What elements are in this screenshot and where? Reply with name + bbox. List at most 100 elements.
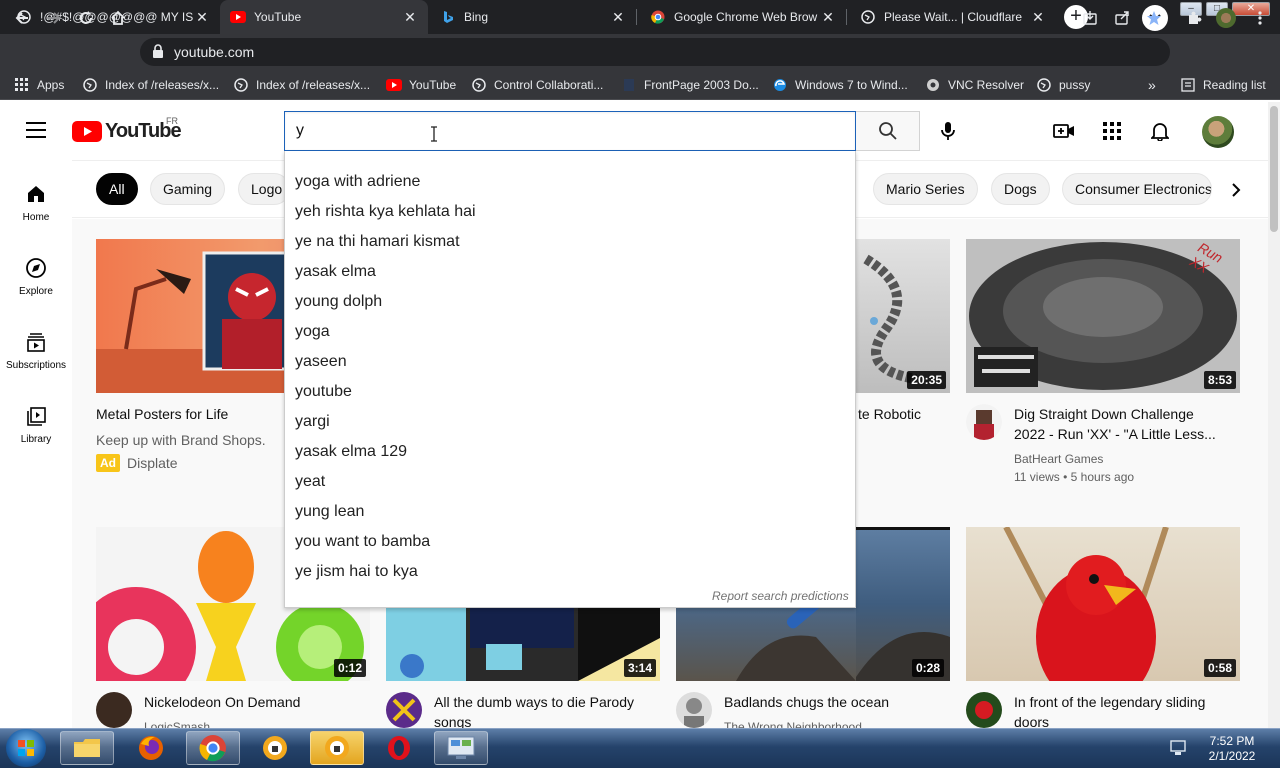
- suggestion-item[interactable]: youtube: [295, 383, 352, 401]
- suggestion-item[interactable]: ye na thi hamari kismat: [295, 233, 460, 251]
- suggestion-item[interactable]: you want to bamba: [295, 533, 430, 551]
- suggestion-item[interactable]: yoga: [295, 323, 330, 341]
- close-tab-icon[interactable]: ✕: [402, 9, 418, 26]
- advertiser-name[interactable]: Displate: [127, 454, 178, 472]
- taskbar-vpn[interactable]: [310, 731, 364, 765]
- bookmark-star-button[interactable]: [1142, 6, 1166, 30]
- share-button[interactable]: [1110, 6, 1134, 30]
- video-title[interactable]: te Robotic: [858, 404, 921, 424]
- close-tab-icon[interactable]: ✕: [820, 9, 836, 26]
- taskbar-firefox[interactable]: [124, 731, 178, 765]
- lock-icon[interactable]: [152, 44, 164, 58]
- chip-dogs[interactable]: Dogs: [991, 173, 1050, 205]
- bookmark-item[interactable]: Windows 7 to Wind...: [772, 76, 908, 94]
- suggestion-item[interactable]: yaseen: [295, 353, 347, 371]
- video-title[interactable]: Metal Posters for Life: [96, 404, 228, 424]
- suggestion-item[interactable]: yeh rishta kya kehlata hai: [295, 203, 476, 221]
- channel-avatar[interactable]: [966, 404, 1002, 440]
- notifications-button[interactable]: [1148, 119, 1172, 143]
- taskbar-explorer[interactable]: [60, 731, 114, 765]
- chip-consumer-electronics[interactable]: Consumer Electronics: [1062, 173, 1212, 205]
- install-app-button[interactable]: [1078, 6, 1102, 30]
- video-thumbnail[interactable]: 20:35: [856, 239, 950, 393]
- browser-menu-button[interactable]: [1248, 6, 1272, 30]
- taskbar-vpn[interactable]: [248, 731, 302, 765]
- video-thumbnail[interactable]: 3:14: [386, 608, 660, 681]
- network-icon[interactable]: [1170, 740, 1188, 756]
- scrollbar-thumb[interactable]: [1270, 106, 1278, 232]
- channel-name[interactable]: The Wrong Neighborhood: [724, 718, 862, 728]
- tab-bing[interactable]: Bing ✕: [430, 0, 636, 34]
- chip-logo[interactable]: Logo: [238, 173, 290, 205]
- voice-search-button[interactable]: [936, 119, 960, 143]
- search-input[interactable]: [284, 111, 856, 151]
- guide-item-library[interactable]: Library: [0, 404, 72, 445]
- extensions-button[interactable]: [1182, 6, 1206, 30]
- close-tab-icon[interactable]: ✕: [1030, 9, 1046, 26]
- channel-avatar[interactable]: [386, 692, 422, 728]
- suggestion-item[interactable]: yargi: [295, 413, 330, 431]
- start-button[interactable]: [6, 729, 46, 767]
- video-title[interactable]: In front of the legendary sliding: [1014, 692, 1205, 712]
- hamburger-menu-icon[interactable]: [26, 122, 46, 138]
- report-search-predictions-link[interactable]: Report search predictions: [712, 589, 849, 603]
- tab-chrome-web-browser[interactable]: Google Chrome Web Brow ✕: [640, 0, 846, 34]
- video-title[interactable]: songs: [434, 712, 471, 728]
- taskbar-clock[interactable]: 7:52 PM 2/1/2022: [1196, 734, 1268, 764]
- bookmark-item[interactable]: FrontPage 2003 Do...: [621, 76, 759, 94]
- search-input-value[interactable]: y: [296, 122, 304, 140]
- account-avatar[interactable]: [1202, 116, 1234, 148]
- close-tab-icon[interactable]: ✕: [610, 9, 626, 26]
- suggestion-item[interactable]: yeat: [295, 473, 325, 491]
- video-thumbnail[interactable]: [856, 527, 950, 681]
- bookmarks-overflow-button[interactable]: »: [1148, 76, 1156, 94]
- suggestion-item[interactable]: yung lean: [295, 503, 364, 521]
- channel-avatar[interactable]: [676, 692, 712, 728]
- bookmark-item[interactable]: Index of /releases/x...: [82, 76, 219, 94]
- forward-button[interactable]: [42, 6, 66, 30]
- address-bar[interactable]: [140, 38, 1170, 66]
- tab-cloudflare[interactable]: Please Wait... | Cloudflare ✕: [850, 0, 1056, 34]
- chip-mario-series[interactable]: Mario Series: [873, 173, 978, 205]
- profile-button[interactable]: [1214, 6, 1238, 30]
- bookmark-item[interactable]: VNC Resolver: [925, 76, 1024, 94]
- bookmark-item[interactable]: Index of /releases/x...: [233, 76, 370, 94]
- reload-button[interactable]: [74, 6, 98, 30]
- bookmark-apps[interactable]: Apps: [14, 76, 64, 94]
- close-tab-icon[interactable]: ✕: [194, 9, 210, 26]
- youtube-logo[interactable]: YouTube: [72, 120, 182, 142]
- taskbar-control-panel[interactable]: [434, 731, 488, 765]
- channel-name[interactable]: LogicSmash: [144, 718, 210, 728]
- guide-item-subscriptions[interactable]: Subscriptions: [0, 330, 72, 371]
- reading-list-button[interactable]: Reading list: [1180, 76, 1266, 94]
- video-title[interactable]: Nickelodeon On Demand: [144, 692, 300, 712]
- video-thumbnail[interactable]: Run XX 8:53: [966, 239, 1240, 393]
- channel-avatar[interactable]: [966, 692, 1002, 728]
- tab-youtube[interactable]: YouTube ✕: [220, 0, 428, 34]
- search-button[interactable]: [856, 111, 920, 151]
- guide-item-explore[interactable]: Explore: [0, 256, 72, 297]
- home-button[interactable]: [106, 6, 130, 30]
- chip-gaming[interactable]: Gaming: [150, 173, 226, 205]
- video-title[interactable]: Badlands chugs the ocean: [724, 692, 889, 712]
- taskbar-chrome[interactable]: [186, 731, 240, 765]
- suggestion-item[interactable]: ye jism hai to kya: [295, 563, 418, 581]
- channel-avatar[interactable]: [96, 692, 132, 728]
- create-video-button[interactable]: [1052, 119, 1076, 143]
- suggestion-item[interactable]: yoga with adriene: [295, 173, 420, 191]
- bookmark-item[interactable]: pussy: [1036, 76, 1090, 94]
- chip-all[interactable]: All: [96, 173, 138, 205]
- video-thumbnail[interactable]: 0:58: [966, 527, 1240, 681]
- channel-name[interactable]: BatHeart Games: [1014, 450, 1103, 468]
- guide-item-home[interactable]: Home: [0, 182, 72, 223]
- chip-next-button[interactable]: [1224, 178, 1248, 202]
- video-title[interactable]: doors: [1014, 712, 1049, 728]
- suggestion-item[interactable]: young dolph: [295, 293, 382, 311]
- suggestion-item[interactable]: yasak elma 129: [295, 443, 407, 461]
- bookmark-youtube[interactable]: YouTube: [386, 76, 456, 94]
- video-title[interactable]: Dig Straight Down Challenge: [1014, 404, 1194, 424]
- back-button[interactable]: [10, 6, 34, 30]
- video-title[interactable]: 2022 - Run 'XX' - "A Little Less...: [1014, 424, 1216, 444]
- suggestion-item[interactable]: yasak elma: [295, 263, 376, 281]
- video-title[interactable]: All the dumb ways to die Parody: [434, 692, 634, 712]
